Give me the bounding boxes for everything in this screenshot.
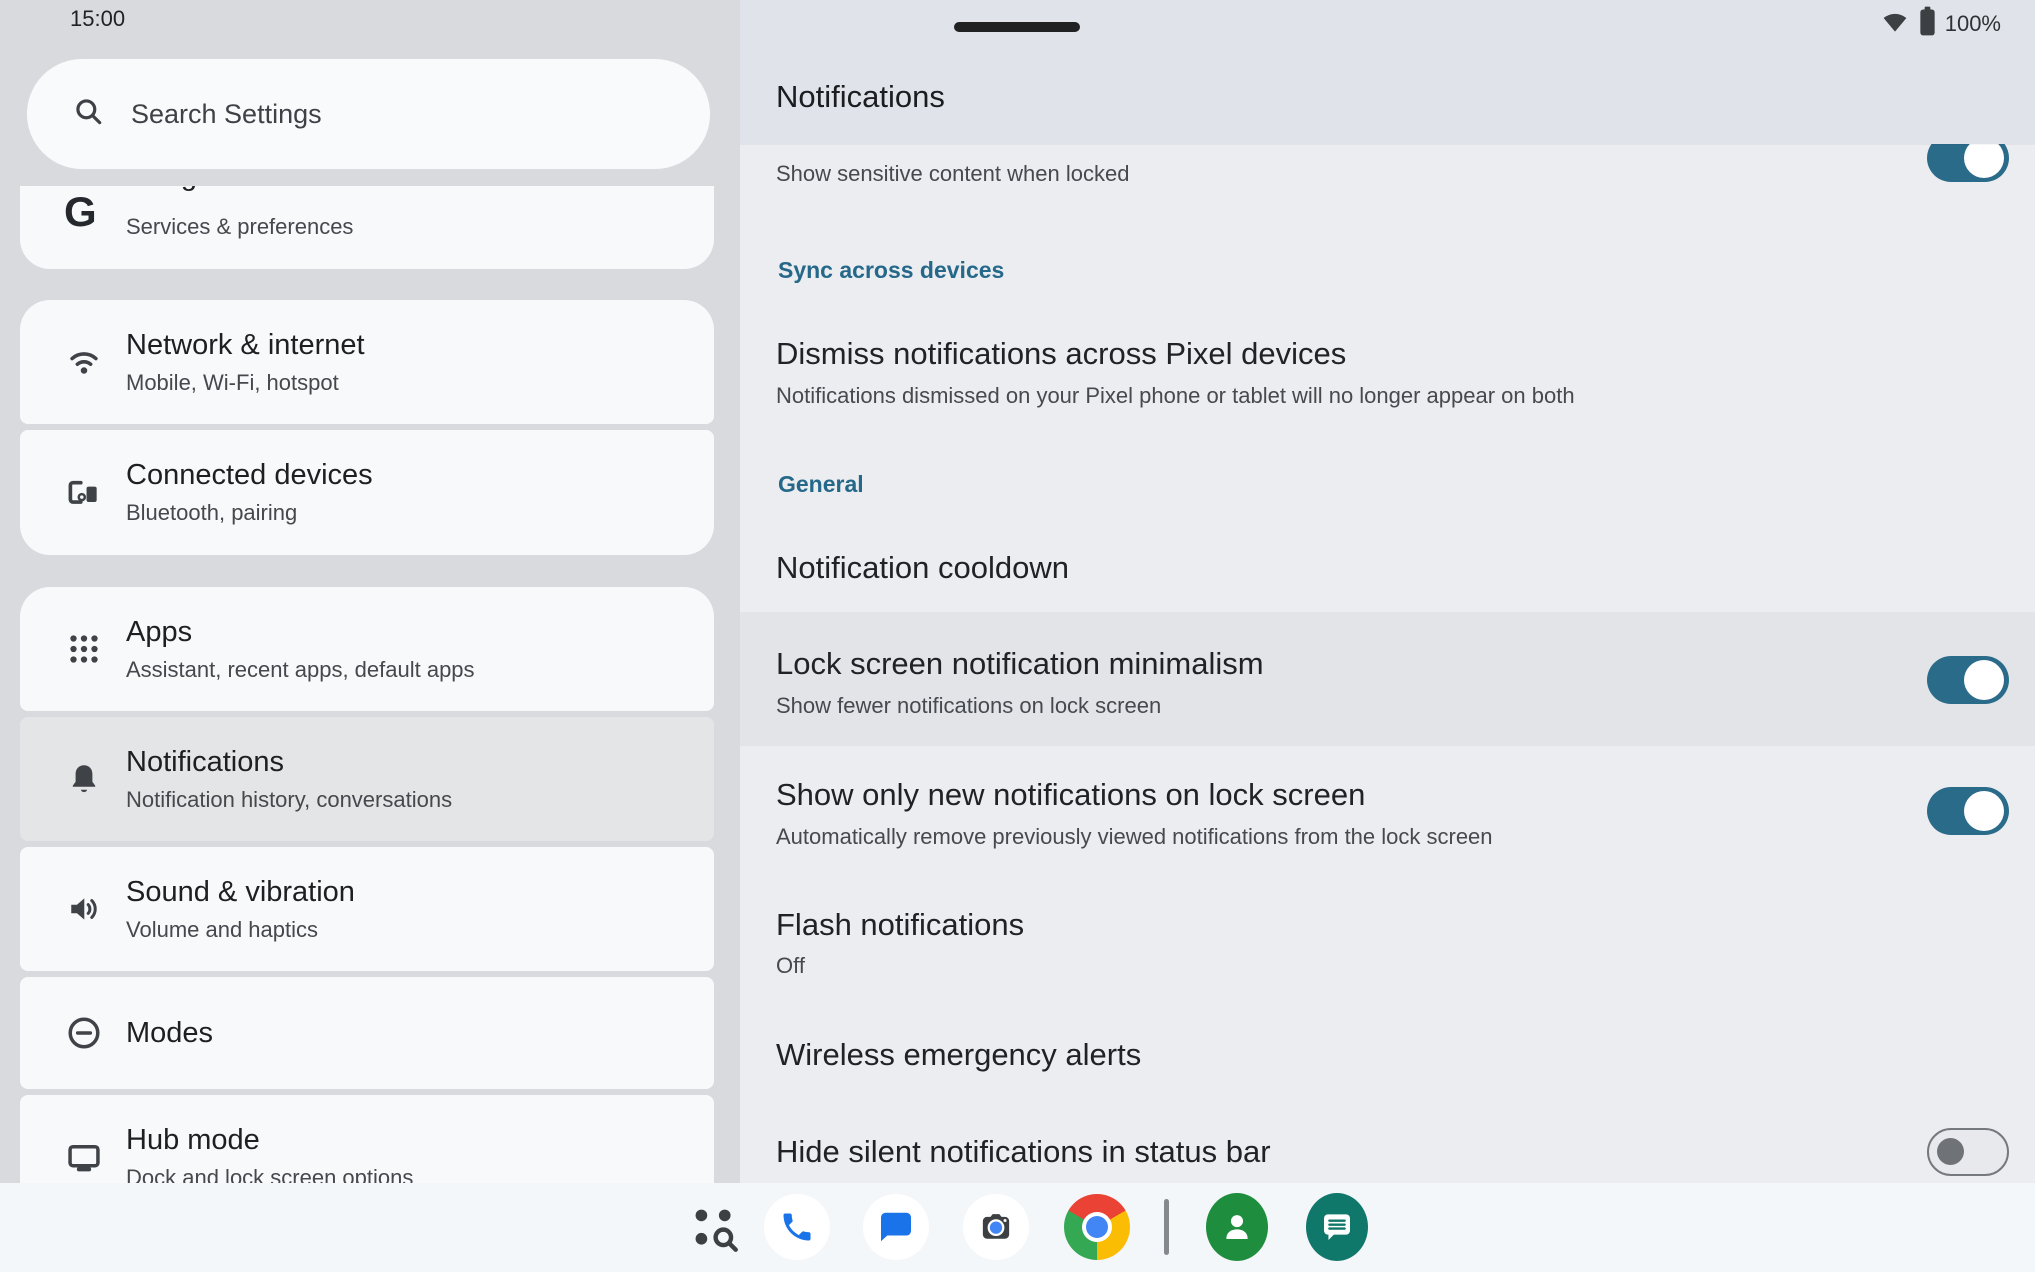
sidebar-item-title: Modes	[126, 1015, 213, 1051]
sidebar-item-title: Apps	[126, 614, 475, 650]
show-only-new-toggle[interactable]	[1927, 787, 2009, 835]
row-dismiss-across-pixel-subtitle: Notifications dismissed on your Pixel ph…	[776, 382, 1575, 410]
row-dismiss-across-pixel[interactable]: Dismiss notifications across Pixel devic…	[776, 334, 1346, 374]
section-general: General	[778, 470, 864, 498]
google-g-icon: G	[64, 188, 97, 236]
battery-icon	[1919, 6, 1936, 41]
sidebar-item-subtitle: Notification history, conversations	[126, 785, 452, 815]
bell-icon	[63, 760, 105, 798]
search-icon	[73, 96, 105, 133]
row-notification-cooldown[interactable]: Notification cooldown	[776, 548, 1069, 588]
sidebar-item-apps[interactable]: Apps Assistant, recent apps, default app…	[20, 587, 714, 711]
lock-screen-minimalism-toggle[interactable]	[1927, 656, 2009, 704]
page-title: Notifications	[776, 78, 945, 116]
taskbar	[0, 1183, 2035, 1272]
sidebar-item-title: Google	[126, 186, 220, 194]
sidebar-item-subtitle: Bluetooth, pairing	[126, 498, 373, 528]
chrome-app-icon[interactable]	[1064, 1194, 1130, 1260]
battery-percent: 100%	[1945, 11, 2001, 37]
toggle-thumb	[1937, 1138, 1964, 1165]
row-show-only-new-subtitle: Automatically remove previously viewed n…	[776, 823, 1493, 851]
sidebar-item-network-internet[interactable]: Network & internet Mobile, Wi-Fi, hotspo…	[20, 300, 714, 424]
section-sync-across-devices: Sync across devices	[778, 256, 1004, 284]
sidebar-item-title: Sound & vibration	[126, 874, 355, 910]
speaker-icon	[63, 891, 105, 927]
window-drag-handle[interactable]	[954, 22, 1080, 32]
camera-app-icon[interactable]	[963, 1194, 1029, 1260]
messages-app-icon[interactable]	[863, 1194, 929, 1260]
notifications-detail-pane: Sensitive notifications Show sensitive c…	[740, 0, 2035, 1272]
apps-grid-icon	[63, 631, 105, 667]
sidebar-item-notifications[interactable]: Notifications Notification history, conv…	[20, 717, 714, 841]
hub-display-icon	[63, 1138, 105, 1176]
row-hide-silent-notifications[interactable]: Hide silent notifications in status bar	[776, 1132, 1271, 1172]
taskbar-divider	[1164, 1199, 1169, 1255]
detail-header-band: Notifications	[740, 0, 2035, 144]
sidebar-item-modes[interactable]: Modes	[20, 977, 714, 1089]
row-flash-notifications[interactable]: Flash notifications	[776, 905, 1024, 945]
sidebar-item-title: Connected devices	[126, 457, 373, 493]
sidebar-item-subtitle: Mobile, Wi-Fi, hotspot	[126, 368, 365, 398]
contacts-app-icon[interactable]	[1206, 1193, 1268, 1261]
search-input[interactable]: Search Settings	[26, 58, 711, 170]
search-placeholder: Search Settings	[131, 99, 322, 130]
row-show-only-new[interactable]: Show only new notifications on lock scre…	[776, 775, 1365, 815]
wifi-icon	[63, 345, 105, 379]
chrome-ring	[1082, 1212, 1112, 1242]
status-clock: 15:00	[70, 6, 125, 32]
devices-icon	[63, 474, 105, 512]
sidebar-item-sound-vibration[interactable]: Sound & vibration Volume and haptics	[20, 847, 714, 971]
sidebar-item-title: Network & internet	[126, 327, 365, 363]
hide-silent-notifications-toggle[interactable]	[1927, 1128, 2009, 1176]
sidebar-item-connected-devices[interactable]: Connected devices Bluetooth, pairing	[20, 430, 714, 555]
status-icons: 100%	[1880, 6, 2001, 41]
sidebar-item-subtitle: Volume and haptics	[126, 915, 355, 945]
sidebar-item-subtitle: Assistant, recent apps, default apps	[126, 655, 475, 685]
row-wireless-emergency-alerts[interactable]: Wireless emergency alerts	[776, 1035, 1141, 1075]
sidebar-item-subtitle: Services & preferences	[126, 212, 353, 242]
toggle-thumb	[1964, 660, 2004, 700]
row-lock-screen-minimalism-subtitle: Show fewer notifications on lock screen	[776, 692, 1161, 720]
toggle-thumb	[1964, 138, 2004, 178]
sidebar-item-title: Hub mode	[126, 1122, 413, 1158]
chat-app-icon[interactable]	[1306, 1193, 1368, 1261]
chrome-lens	[1086, 1216, 1108, 1238]
settings-sidebar: 15:00 Search Settings G Google Services …	[0, 0, 740, 1272]
row-flash-notifications-value: Off	[776, 952, 805, 980]
row-lock-screen-minimalism[interactable]: Lock screen notification minimalism	[776, 644, 1264, 684]
wifi-status-icon	[1880, 8, 1910, 39]
toggle-thumb	[1964, 791, 2004, 831]
phone-app-icon[interactable]	[764, 1194, 830, 1260]
row-sensitive-notifications-subtitle: Show sensitive content when locked	[776, 160, 1129, 188]
sidebar-item-google[interactable]: G Google Services & preferences	[20, 186, 714, 269]
do-not-disturb-icon	[63, 1014, 105, 1052]
sidebar-item-title: Notifications	[126, 744, 452, 780]
all-apps-search-button[interactable]	[686, 1200, 742, 1256]
